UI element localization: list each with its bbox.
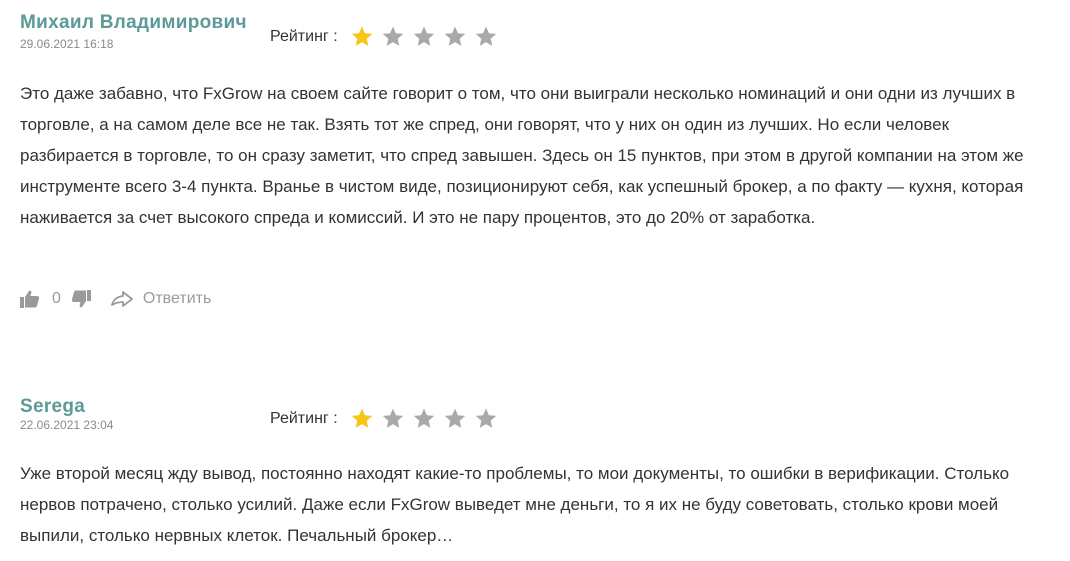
star-empty-icon (381, 25, 405, 49)
reply-button[interactable]: Ответить (143, 290, 211, 308)
reply-arrow-icon[interactable] (111, 291, 133, 307)
star-filled-icon (350, 407, 374, 431)
review-rating: Рейтинг : (270, 404, 505, 434)
review-actions: 0 Ответить (20, 287, 211, 311)
review-rating: Рейтинг : (270, 22, 505, 52)
rating-label: Рейтинг : (270, 410, 338, 427)
star-filled-icon (350, 25, 374, 49)
review-author: Serega (20, 396, 86, 417)
review-date: 22.06.2021 23:04 (20, 418, 114, 432)
like-count: 0 (52, 290, 61, 307)
thumbs-down-icon[interactable] (71, 290, 91, 308)
review-text: Это даже забавно, что FxGrow на своем са… (20, 84, 1024, 227)
star-empty-icon (443, 407, 467, 431)
rating-label: Рейтинг : (270, 28, 338, 45)
rating-stars (350, 407, 505, 431)
review-text: Уже второй месяц жду вывод, постоянно на… (20, 464, 1010, 545)
star-empty-icon (381, 407, 405, 431)
thumbs-up-icon[interactable] (20, 290, 40, 308)
star-empty-icon (474, 407, 498, 431)
star-empty-icon (412, 25, 436, 49)
star-empty-icon (474, 25, 498, 49)
review-author: Михаил Владимирович (20, 12, 247, 33)
review-date: 29.06.2021 16:18 (20, 37, 114, 51)
rating-stars (350, 25, 505, 49)
star-empty-icon (443, 25, 467, 49)
star-empty-icon (412, 407, 436, 431)
